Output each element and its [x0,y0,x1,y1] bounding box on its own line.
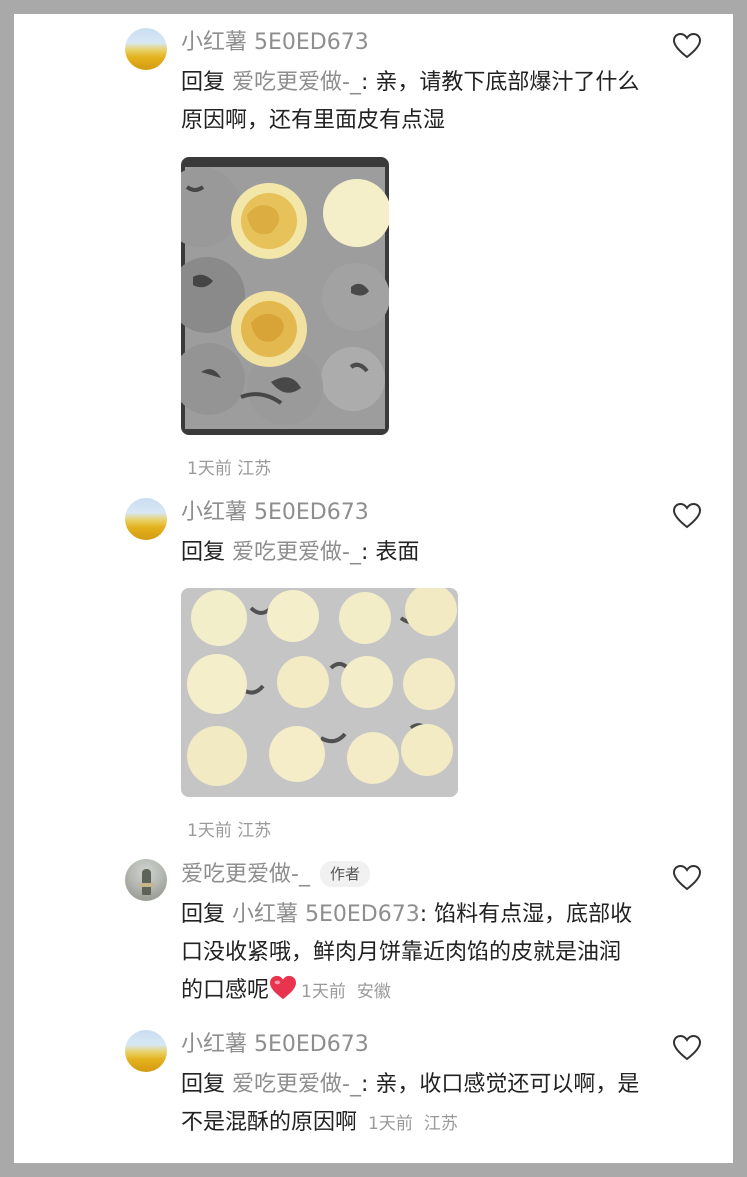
comment-body[interactable]: 回复 爱吃更爱做-_: 表面 [181,534,641,572]
mention-user[interactable]: 爱吃更爱做-_ [232,70,361,95]
reply-label: 回复 [181,70,226,95]
comment-author[interactable]: 小红薯 5E0ED673 [181,1030,369,1060]
red-heart-emoji-icon [270,975,297,1000]
comment-location: 安徽 [356,982,391,1002]
mooncake-bottom-photo[interactable] [181,157,389,435]
comment-text: : 表面 [360,540,420,565]
author-name[interactable]: 小红薯 5E0ED673 [181,1032,369,1057]
comment-author[interactable]: 小红薯 5E0ED673 [181,28,369,58]
author-avatar[interactable] [125,859,167,901]
screenshot-frame: 小红薯 5E0ED673 回复 爱吃更爱做-_: 亲，请教下底部爆汁了什么原因啊… [0,0,747,1177]
author-badge: 作者 [319,861,370,887]
avatar-figure [142,869,151,895]
author-name[interactable]: 爱吃更爱做-_ [181,862,310,887]
like-heart-icon[interactable] [672,502,702,530]
comment-time: 1天前 [301,982,346,1002]
reply-label: 回复 [181,540,226,565]
comment-time: 1天前 [187,821,232,841]
mention-user[interactable]: 爱吃更爱做-_ [232,1072,361,1097]
like-heart-icon[interactable] [672,864,702,892]
mooncake-surface-photo[interactable] [181,588,458,797]
reply-label: 回复 [181,1072,226,1097]
comment-meta: 1天前 江苏 [187,454,271,479]
mention-user[interactable]: 小红薯 5E0ED673 [232,902,420,927]
comment-location: 江苏 [423,1114,458,1134]
comment-body[interactable]: 回复 爱吃更爱做-_: 亲，请教下底部爆汁了什么原因啊，还有里面皮有点湿 [181,64,641,140]
mention-user[interactable]: 爱吃更爱做-_ [232,540,361,565]
user-avatar[interactable] [125,1030,167,1072]
comment-thread: 小红薯 5E0ED673 回复 爱吃更爱做-_: 亲，请教下底部爆汁了什么原因啊… [14,14,733,1163]
comment-location: 江苏 [237,821,272,841]
comment-body[interactable]: 回复 爱吃更爱做-_: 亲，收口感觉还可以啊，是不是混酥的原因啊 1天前 江苏 [181,1066,641,1143]
user-avatar[interactable] [125,28,167,70]
author-name[interactable]: 小红薯 5E0ED673 [181,30,369,55]
comment-time: 1天前 [187,459,232,479]
like-heart-icon[interactable] [672,32,702,60]
comment-author[interactable]: 爱吃更爱做-_ 作者 [181,860,370,890]
comment-time: 1天前 [368,1114,413,1134]
comment-location: 江苏 [237,459,272,479]
like-heart-icon[interactable] [672,1034,702,1062]
author-name[interactable]: 小红薯 5E0ED673 [181,500,369,525]
avatar-figure-detail [139,883,154,887]
user-avatar[interactable] [125,498,167,540]
comment-meta: 1天前 江苏 [187,816,271,841]
reply-label: 回复 [181,902,226,927]
comment-body[interactable]: 回复 小红薯 5E0ED673: 馅料有点湿，底部收口没收紧哦，鲜肉月饼靠近肉馅… [181,896,641,1011]
comment-author[interactable]: 小红薯 5E0ED673 [181,498,369,528]
